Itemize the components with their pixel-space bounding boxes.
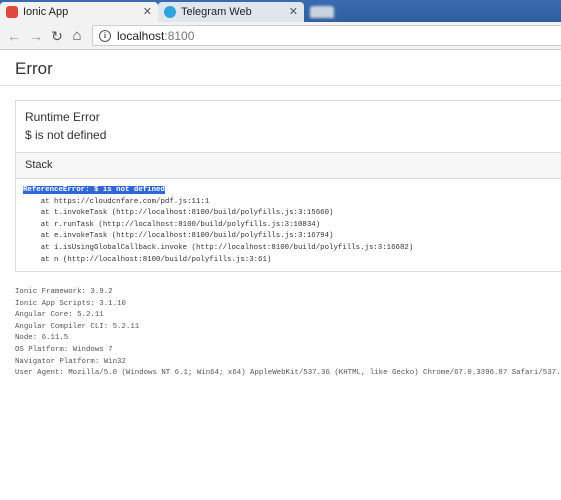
stack-trace: ReferenceError: $ is not defined at http… [23,185,413,266]
forward-icon[interactable]: → [28,28,44,44]
url-port: :8100 [164,28,195,43]
address-bar[interactable]: i localhost:8100 [92,25,561,46]
stack-line: at https://cloudcnfare.com/pdf.js:11:1 [23,197,210,206]
env-line: Angular Core: 5.2.11 [15,311,104,320]
page-title: Error [15,59,53,78]
close-icon[interactable]: ✕ [289,5,298,18]
env-line: User Agent: Mozilla/5.0 (Windows NT 6.1;… [15,369,561,378]
home-icon[interactable]: ⌂ [69,28,85,44]
tab-ionic-app[interactable]: Ionic App ✕ [0,2,158,22]
error-card: Runtime Error $ is not defined Stack Ref… [15,100,561,272]
stack-line: at i.isUsingGlobalCallback.invoke (http:… [23,243,414,252]
stack-header: Stack [16,152,561,179]
env-line: OS Platform: Windows 7 [15,345,113,354]
runtime-error-title: Runtime Error [25,110,100,124]
ionic-icon [6,6,18,18]
env-line: Node: 6.11.5 [15,334,69,343]
stack-line: at e.invokeTask (http://localhost:8100/b… [23,232,334,241]
browser-toolbar: ← → ↻ ⌂ i localhost:8100 [0,22,561,50]
reload-icon[interactable]: ↻ [49,28,65,44]
stack-line: at t.invokeTask (http://localhost:8100/b… [23,209,334,218]
env-line: Navigator Platform: Win32 [15,357,126,366]
env-line: Ionic Framework: 3.9.2 [15,288,113,296]
info-icon[interactable]: i [99,29,111,42]
new-tab-button[interactable] [310,6,334,18]
stack-line: at r.runTask (http://localhost:8100/buil… [23,220,321,229]
stack-title: Stack [25,159,53,171]
env-line: Angular Compiler CLI: 5.2.11 [15,322,140,331]
tab-title: Ionic App [23,6,69,18]
tab-telegram-web[interactable]: Telegram Web ✕ [158,2,304,22]
page-header: Error [0,50,561,86]
env-line: Ionic App Scripts: 3.1.10 [15,299,126,308]
close-icon[interactable]: ✕ [143,5,152,18]
tab-strip: Ionic App ✕ Telegram Web ✕ [0,0,561,22]
url-host: localhost [117,28,165,43]
tab-title: Telegram Web [181,6,252,18]
telegram-icon [164,6,176,18]
stack-error-line: ReferenceError: $ is not defined [23,186,165,194]
blurred-tab-area [310,4,561,20]
stack-line: at n (http://localhost:8100/build/polyfi… [23,255,272,264]
back-icon[interactable]: ← [6,28,22,44]
environment-info: Ionic Framework: 3.9.2 Ionic App Scripts… [15,287,561,380]
error-message: $ is not defined [25,128,107,142]
